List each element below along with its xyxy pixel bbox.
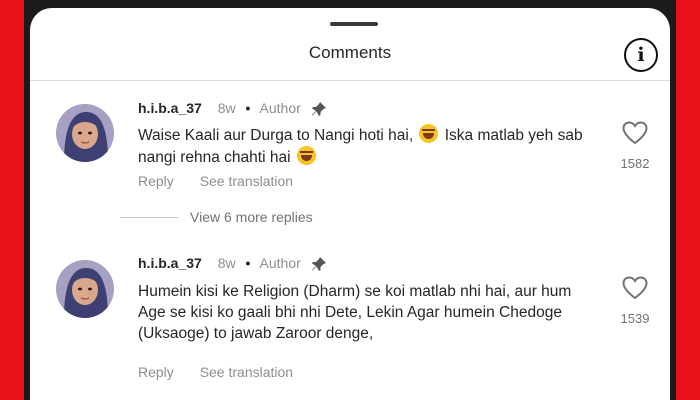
like-button[interactable]: 1582 (612, 121, 658, 171)
like-count: 1582 (620, 156, 650, 171)
reply-button[interactable]: Reply (138, 173, 174, 189)
drag-handle[interactable] (330, 22, 378, 26)
page-title: Comments (308, 43, 392, 62)
timestamp: 8w (217, 255, 236, 271)
header-divider (30, 80, 670, 81)
author-label: Author (259, 255, 301, 271)
comment-text-part: Waise Kaali aur Durga to Nangi hoti hai, (138, 127, 418, 144)
comments-sheet: Comments i h.i.b.a_37 8w • Author Waise … (30, 8, 670, 400)
author-label: Author (259, 100, 301, 116)
comment-meta: h.i.b.a_37 8w • Author (138, 100, 327, 117)
timestamp: 8w (217, 100, 236, 116)
username[interactable]: h.i.b.a_37 (138, 255, 202, 271)
see-translation-button[interactable]: See translation (200, 173, 293, 189)
comment-text: Humein kisi ke Religion (Dharm) se koi m… (138, 283, 572, 342)
comment-text: Waise Kaali aur Durga to Nangi hoti hai,… (138, 124, 598, 168)
view-more-replies-label[interactable]: View 6 more replies (190, 209, 313, 225)
avatar[interactable] (56, 260, 114, 318)
heart-icon[interactable] (622, 121, 648, 145)
meta-separator: • (245, 255, 251, 271)
like-count: 1539 (620, 311, 650, 326)
replies-line (120, 216, 178, 218)
comment-actions: Reply See translation (138, 364, 315, 380)
info-glyph: i (637, 43, 645, 66)
pin-icon (311, 257, 326, 272)
laughing-emoji-icon (296, 146, 316, 165)
avatar[interactable] (56, 104, 114, 162)
like-button[interactable]: 1539 (612, 276, 658, 326)
view-more-replies[interactable]: View 6 more replies (120, 209, 313, 225)
username[interactable]: h.i.b.a_37 (138, 100, 202, 116)
comment-actions: Reply See translation (138, 173, 315, 189)
laughing-emoji-icon (419, 124, 439, 143)
comment-meta: h.i.b.a_37 8w • Author (138, 255, 327, 272)
meta-separator: • (245, 100, 251, 116)
reply-button[interactable]: Reply (138, 364, 174, 380)
pin-icon (311, 102, 326, 117)
see-translation-button[interactable]: See translation (200, 364, 293, 380)
heart-icon[interactable] (622, 276, 648, 300)
info-icon[interactable]: i (624, 38, 658, 72)
